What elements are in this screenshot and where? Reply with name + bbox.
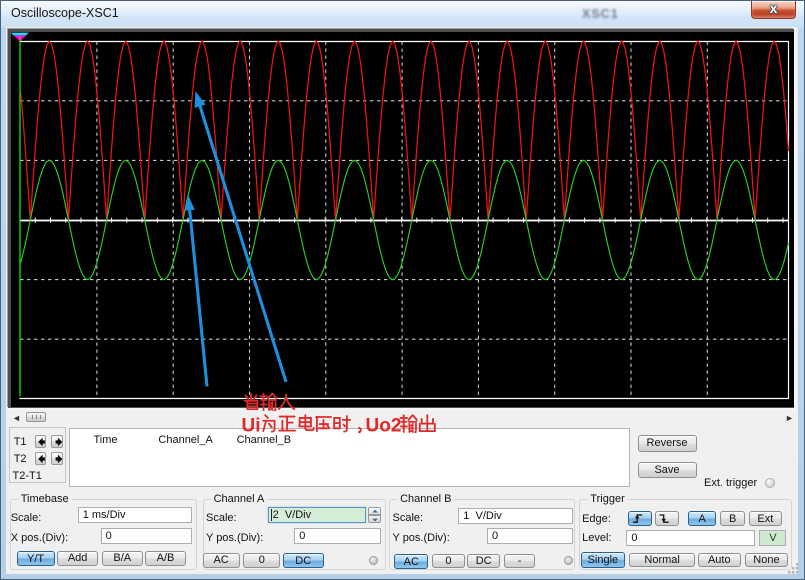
svg-text:Uo2: Uo2 — [366, 416, 402, 437]
svg-text:Ui: Ui — [242, 416, 261, 437]
